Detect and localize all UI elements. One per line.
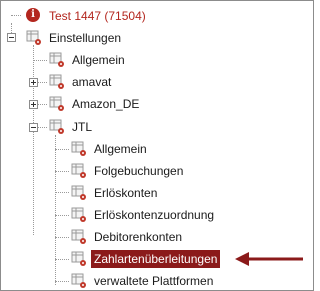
- tree-node-label: verwaltete Plattformen: [94, 274, 214, 288]
- annotation-arrow-icon: [235, 252, 303, 266]
- tree-connector: [33, 60, 47, 61]
- tree-node-folgebuchungen[interactable]: Folgebuchungen: [71, 162, 301, 180]
- tree-node-allgemein[interactable]: Allgemein: [49, 51, 249, 69]
- tree-node-erloeskonten[interactable]: Erlöskonten: [71, 184, 301, 202]
- tree-connector: [55, 237, 69, 238]
- table-gear-icon: [49, 52, 64, 67]
- tree-connector: [55, 192, 69, 193]
- tree-node-einstellungen[interactable]: Einstellungen: [26, 29, 226, 47]
- table-gear-icon: [71, 207, 86, 222]
- tree-node-label: Erlöskontenzuordnung: [94, 208, 215, 222]
- tree-node-label: Debitorenkonten: [94, 230, 183, 244]
- tree-node-amavat[interactable]: amavat: [49, 73, 249, 91]
- table-gear-icon: [71, 229, 86, 244]
- expand-amazon-toggle[interactable]: [29, 100, 38, 109]
- tree-connector: [55, 215, 69, 216]
- tree-node-label: amavat: [72, 75, 112, 89]
- tree-node-label: Folgebuchungen: [94, 164, 184, 178]
- table-gear-icon: [71, 251, 86, 266]
- tree-connector: [55, 281, 69, 282]
- table-gear-icon: [71, 273, 86, 288]
- tree-node-label: JTL: [72, 120, 93, 134]
- tree-node-jtl-allgemein[interactable]: Allgemein: [71, 140, 301, 158]
- tree-connector: [55, 135, 56, 285]
- tree-node-root[interactable]: i Test 1447 (71504): [26, 7, 226, 25]
- tree-connector: [55, 171, 69, 172]
- expand-amavat-toggle[interactable]: [29, 78, 38, 87]
- tree-node-label: Allgemein: [72, 53, 125, 67]
- tree-node-verwaltete-plattformen[interactable]: verwaltete Plattformen: [71, 272, 301, 290]
- collapse-jtl-toggle[interactable]: [29, 123, 38, 132]
- tree-node-label: Allgemein: [94, 142, 147, 156]
- tree-connector: [55, 259, 69, 260]
- tree-connector: [38, 82, 47, 83]
- tree-node-label: Einstellungen: [49, 31, 122, 45]
- table-gear-icon: [71, 163, 86, 178]
- tree-connector: [55, 149, 69, 150]
- collapse-einstellungen-toggle[interactable]: [7, 33, 16, 42]
- table-gear-icon: [71, 141, 86, 156]
- table-gear-icon: [49, 74, 64, 89]
- tree-connector: [38, 104, 47, 105]
- tree-node-amazon-de[interactable]: Amazon_DE: [49, 95, 249, 113]
- table-gear-icon: [26, 30, 41, 45]
- tree-node-label: Erlöskonten: [94, 186, 158, 200]
- tree-node-label: Amazon_DE: [72, 97, 140, 111]
- tree-connector: [38, 127, 47, 128]
- tree-node-jtl[interactable]: JTL: [49, 118, 249, 136]
- tree-node-erloeskontenzuordnung[interactable]: Erlöskontenzuordnung: [71, 206, 301, 224]
- tree-connector: [33, 45, 34, 235]
- tree-node-label: Test 1447 (71504): [49, 9, 146, 23]
- tree-connector: [11, 15, 21, 16]
- tree-node-debitorenkonten[interactable]: Debitorenkonten: [71, 228, 301, 246]
- tree-node-label: Zahlartenüberleitungen: [91, 250, 221, 268]
- table-gear-icon: [49, 119, 64, 134]
- table-gear-icon: [71, 185, 86, 200]
- table-gear-icon: [49, 96, 64, 111]
- tree-view[interactable]: i Test 1447 (71504) Einstellungen Allgem…: [0, 0, 314, 291]
- info-icon: i: [26, 8, 40, 22]
